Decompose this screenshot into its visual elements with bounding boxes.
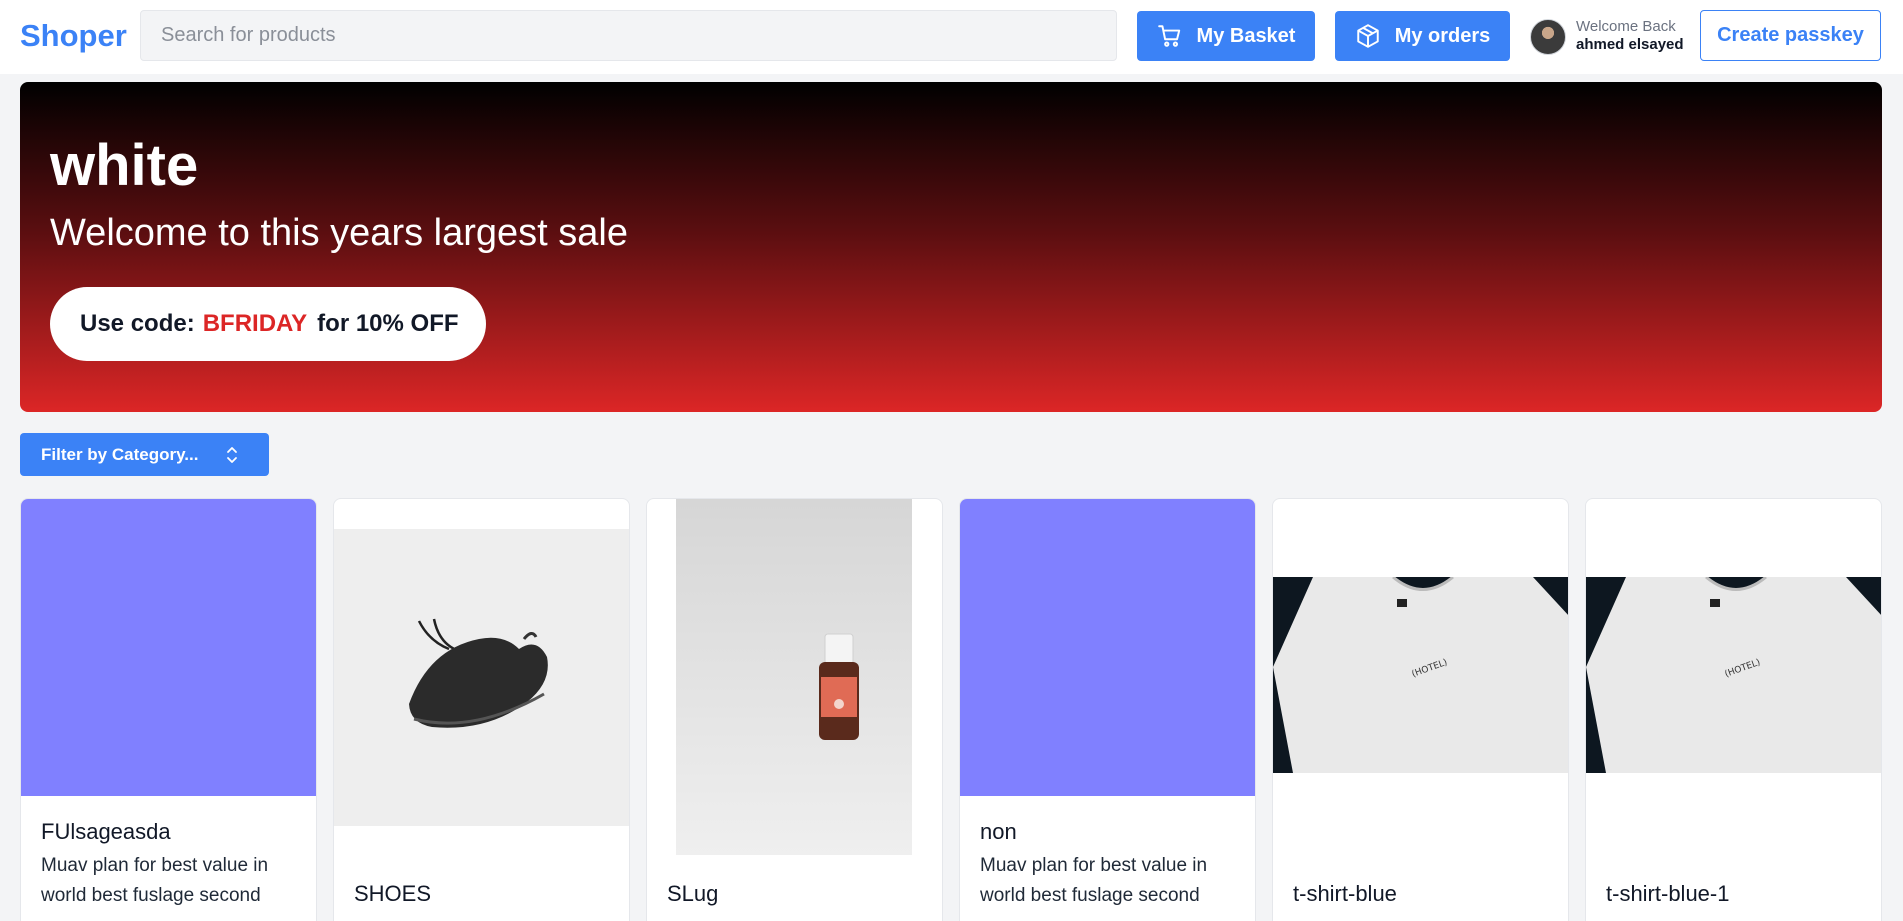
create-passkey-button[interactable]: Create passkey (1700, 10, 1881, 61)
my-orders-label: My orders (1394, 24, 1491, 47)
banner-title: white (50, 133, 199, 198)
product-image (676, 499, 912, 855)
product-name: SLug (667, 881, 719, 906)
sale-banner: white Welcome to this years largest sale… (20, 82, 1882, 412)
tshirt-image: (HOTEL) (1586, 575, 1881, 773)
product-description: Muav plan for best value in world best f… (41, 855, 269, 906)
product-card[interactable]: non Muav plan for best value in world be… (959, 498, 1256, 921)
search-input[interactable] (140, 10, 1117, 61)
cart-icon (1157, 25, 1180, 47)
product-image-placeholder (960, 499, 1255, 796)
product-card[interactable]: SLug (646, 498, 943, 921)
my-basket-label: My Basket (1196, 24, 1296, 47)
product-card[interactable]: (HOTEL) t-shirt-blue (1272, 498, 1569, 921)
welcome-text: Welcome Back (1576, 18, 1676, 35)
user-name: ahmed elsayed (1576, 36, 1684, 53)
product-name: non (980, 819, 1017, 844)
product-name: SHOES (354, 881, 432, 906)
product-name: t-shirt-blue-1 (1606, 881, 1730, 906)
my-basket-button[interactable]: My Basket (1137, 11, 1315, 61)
product-image-placeholder (21, 499, 316, 796)
shoe-image (334, 529, 629, 826)
product-card[interactable]: (HOTEL) t-shirt-blue-1 (1585, 498, 1882, 921)
top-header: Shoper My Basket My orders Welcome Back … (0, 0, 1903, 74)
promo-prefix: Use code: (80, 310, 195, 337)
filter-label: Filter by Category... (41, 444, 199, 464)
promo-code: BFRIDAY (202, 310, 308, 337)
tshirt-image: (HOTEL) (1273, 575, 1568, 773)
product-card[interactable]: SHOES (333, 498, 630, 921)
package-icon (1356, 24, 1379, 48)
banner-subtitle: Welcome to this years largest sale (50, 212, 628, 254)
my-orders-button[interactable]: My orders (1335, 11, 1510, 61)
welcome-block: Welcome Back ahmed elsayed (1576, 18, 1684, 54)
product-image (334, 529, 629, 826)
product-card[interactable]: FUlsageasda Muav plan for best value in … (20, 498, 317, 921)
promo-pill: Use code: BFRIDAY for 10% OFF (50, 287, 486, 361)
promo-suffix: for 10% OFF (317, 310, 459, 337)
user-avatar[interactable] (1530, 19, 1566, 55)
product-image: (HOTEL) (1586, 575, 1881, 773)
product-description: Muav plan for best value in world best f… (980, 855, 1208, 906)
bottle-image (676, 499, 912, 855)
chevron-up-down-icon (227, 446, 238, 463)
shoper-logo[interactable]: Shoper (20, 18, 127, 54)
product-name: t-shirt-blue (1293, 881, 1397, 906)
product-name: FUlsageasda (41, 819, 171, 844)
filter-category-select[interactable]: Filter by Category... (20, 433, 269, 476)
product-image: (HOTEL) (1273, 575, 1568, 773)
